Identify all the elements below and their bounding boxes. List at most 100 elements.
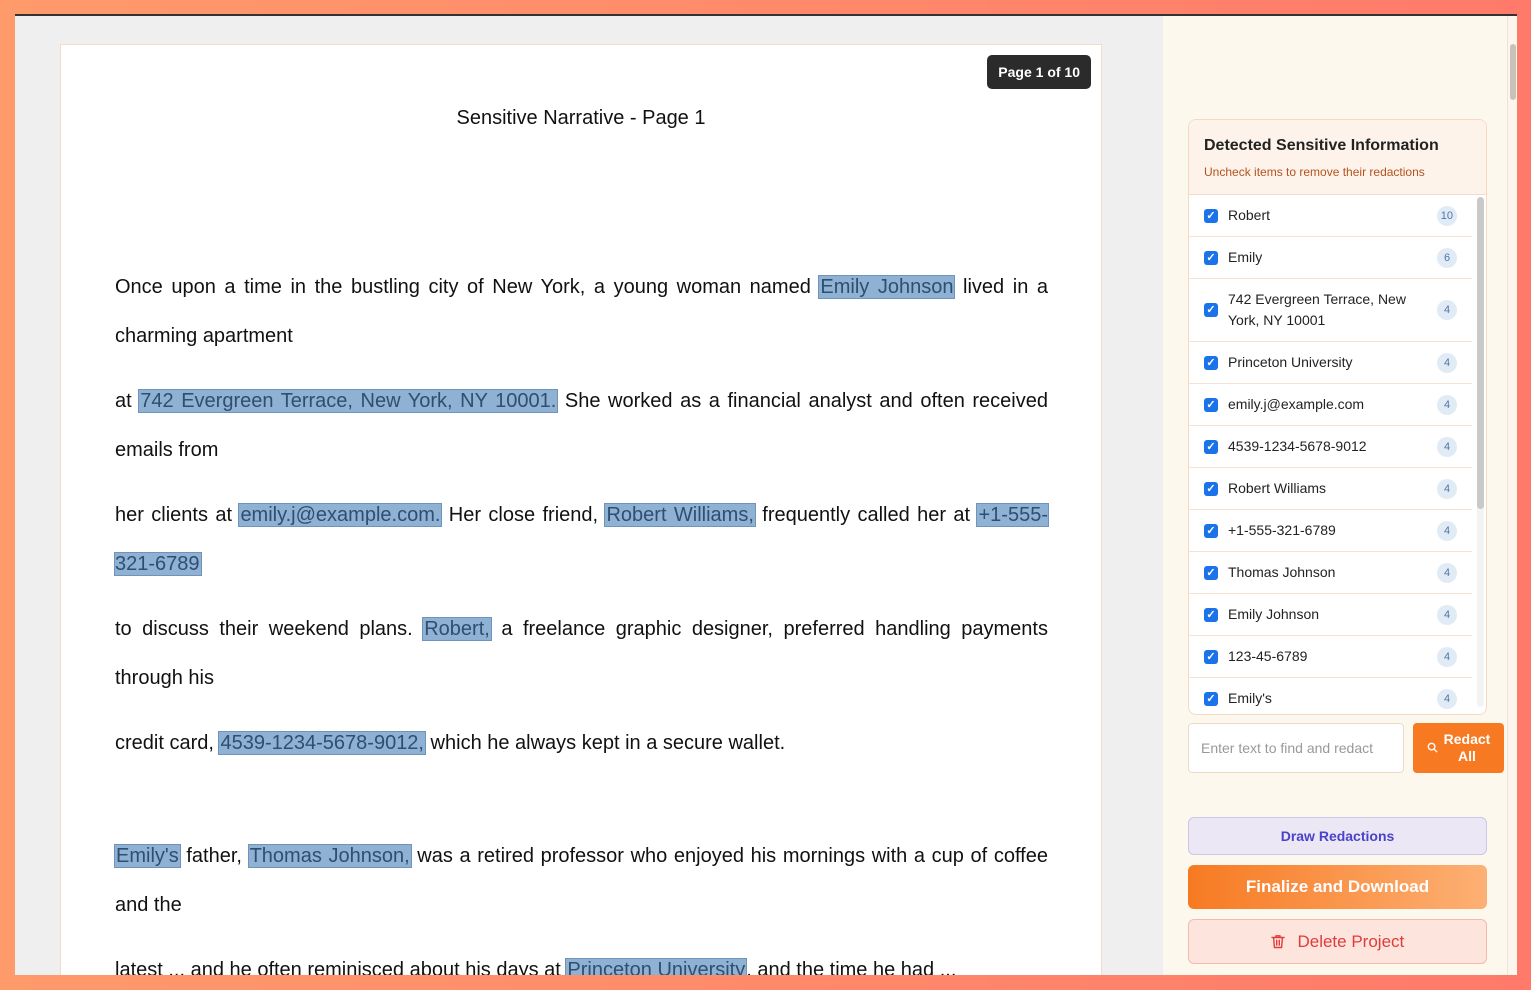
document-page: Page 1 of 10 Sensitive Narrative - Page … <box>60 44 1102 975</box>
occurrence-count-badge: 4 <box>1437 520 1457 541</box>
detected-item-label: Thomas Johnson <box>1228 564 1336 580</box>
page-indicator: Page 1 of 10 <box>987 55 1091 89</box>
checkbox-checked[interactable]: ✓ <box>1204 691 1218 706</box>
paragraph: latest ... and he often reminisced about… <box>115 946 1048 975</box>
occurrence-count-badge: 4 <box>1437 562 1457 583</box>
detected-item[interactable]: ✓ 742 Evergreen Terrace, New York, NY 100… <box>1189 279 1472 342</box>
occurrence-count-badge: 4 <box>1437 394 1457 415</box>
document-viewer[interactable]: Page 1 of 10 Sensitive Narrative - Page … <box>15 16 1163 975</box>
redact-all-label: Redact All <box>1443 731 1491 764</box>
redaction-highlight[interactable]: Emily's <box>114 844 181 868</box>
detected-item[interactable]: ✓ Robert Williams 4 <box>1189 468 1472 510</box>
detected-item-label: 123-45-6789 <box>1228 648 1308 664</box>
checkbox-checked[interactable]: ✓ <box>1204 397 1218 412</box>
redaction-highlight[interactable]: Robert, <box>422 617 492 641</box>
paragraph: Emily's father, Thomas Johnson, was a re… <box>114 832 1048 930</box>
detected-item-label: Robert Williams <box>1228 480 1327 496</box>
detected-item[interactable]: ✓ emily.j@example.com 4 <box>1189 384 1472 426</box>
redaction-highlight[interactable]: Emily Johnson <box>818 275 956 299</box>
occurrence-count-badge: 4 <box>1437 478 1457 499</box>
app-window: Page 1 of 10 Sensitive Narrative - Page … <box>15 14 1517 975</box>
page-title: Sensitive Narrative - Page 1 <box>456 107 706 129</box>
checkbox-checked[interactable]: ✓ <box>1204 208 1218 223</box>
finalize-download-button[interactable]: Finalize and Download <box>1188 865 1487 909</box>
panel-scrollbar-thumb[interactable] <box>1510 44 1516 100</box>
card-title: Detected Sensitive Information <box>1204 137 1439 154</box>
redact-all-button[interactable]: Redact All <box>1413 723 1504 773</box>
detected-item[interactable]: ✓ Thomas Johnson 4 <box>1189 552 1472 594</box>
text-segment: father, <box>179 845 249 867</box>
occurrence-count-badge: 4 <box>1437 604 1457 625</box>
detected-item-label: +1-555-321-6789 <box>1228 522 1336 538</box>
checkbox-checked[interactable]: ✓ <box>1204 565 1218 580</box>
panel-scrollbar[interactable] <box>1507 16 1517 975</box>
checkbox-checked[interactable]: ✓ <box>1204 481 1218 496</box>
redaction-highlight[interactable]: 4539-1234-5678-9012, <box>218 731 426 755</box>
checkbox-checked[interactable]: ✓ <box>1204 303 1218 317</box>
detected-item-label: 4539-1234-5678-9012 <box>1228 438 1367 454</box>
text-segment: , and the time he had ... <box>746 959 957 975</box>
redaction-highlight[interactable]: Thomas Johnson, <box>247 844 412 868</box>
list-scrollbar[interactable] <box>1477 197 1484 707</box>
detected-item[interactable]: ✓ Emily's 4 <box>1189 678 1472 714</box>
checkbox-checked[interactable]: ✓ <box>1204 523 1218 538</box>
detected-item[interactable]: ✓ Princeton University 4 <box>1189 342 1472 384</box>
detected-item[interactable]: ✓ 123-45-6789 4 <box>1189 636 1472 678</box>
checkbox-checked[interactable]: ✓ <box>1204 355 1218 370</box>
delete-label: Delete Project <box>1297 932 1405 951</box>
checkbox-checked[interactable]: ✓ <box>1204 607 1218 622</box>
trash-icon <box>1271 932 1298 951</box>
paragraph: at 742 Evergreen Terrace, New York, NY 1… <box>115 377 1048 475</box>
detected-item-label: Emily Johnson <box>1228 606 1320 622</box>
draw-redactions-button[interactable]: Draw Redactions <box>1188 817 1487 855</box>
card-header: Detected Sensitive Information Uncheck i… <box>1189 120 1486 195</box>
redaction-highlight[interactable]: Princeton University <box>565 958 748 975</box>
detected-info-card: Detected Sensitive Information Uncheck i… <box>1188 119 1487 715</box>
detected-item-label: Emily <box>1228 249 1263 265</box>
detected-item[interactable]: ✓ +1-555-321-6789 4 <box>1189 510 1472 552</box>
checkbox-checked[interactable]: ✓ <box>1204 250 1218 265</box>
text-segment: at <box>115 390 140 412</box>
detected-item-label: Robert <box>1228 207 1271 223</box>
paragraph: her clients at emily.j@example.com. Her … <box>114 491 1049 589</box>
text-segment: frequently called her at <box>754 504 978 526</box>
occurrence-count-badge: 4 <box>1437 646 1457 667</box>
occurrence-count-badge: 4 <box>1437 352 1457 373</box>
occurrence-count-badge: 4 <box>1437 436 1457 457</box>
search-icon <box>1427 740 1438 756</box>
redaction-highlight[interactable]: emily.j@example.com. <box>238 503 443 527</box>
paragraph: to discuss their weekend plans. Robert, … <box>115 605 1048 703</box>
text-segment: latest ... and he often reminisced about… <box>115 959 567 975</box>
detected-item[interactable]: ✓ Emily Johnson 4 <box>1189 594 1472 636</box>
redaction-highlight[interactable]: Robert Williams, <box>604 503 756 527</box>
text-segment: to discuss their weekend plans. <box>115 618 424 640</box>
document-body: Once upon a time in the bustling city of… <box>114 263 1049 975</box>
detected-item[interactable]: ✓ Emily 6 <box>1189 237 1472 279</box>
detected-item[interactable]: ✓ 4539-1234-5678-9012 4 <box>1189 426 1472 468</box>
detected-item-label: Princeton University <box>1228 354 1353 370</box>
find-redact-input[interactable] <box>1188 723 1404 773</box>
text-segment: Once upon a time in the bustling city of… <box>115 276 820 298</box>
occurrence-count-badge: 4 <box>1437 688 1457 709</box>
paragraph: Once upon a time in the bustling city of… <box>115 263 1048 361</box>
checkbox-checked[interactable]: ✓ <box>1204 439 1218 454</box>
text-segment: Her close friend, <box>441 504 606 526</box>
detected-item-label: emily.j@example.com <box>1228 396 1365 412</box>
text-segment: which he always kept in a secure wallet. <box>425 732 786 754</box>
text-segment: credit card, <box>115 732 220 754</box>
redaction-panel: Detected Sensitive Information Uncheck i… <box>1163 16 1507 975</box>
detected-item-label: 742 Evergreen Terrace, New York, NY 1000… <box>1228 291 1406 328</box>
text-segment: her clients at <box>115 504 240 526</box>
paragraph: credit card, 4539-1234-5678-9012, which … <box>115 719 1048 768</box>
occurrence-count-badge: 10 <box>1436 205 1457 226</box>
occurrence-count-badge: 4 <box>1437 300 1457 320</box>
redaction-highlight[interactable]: 742 Evergreen Terrace, New York, NY 1000… <box>138 389 559 413</box>
detected-item[interactable]: ✓ Robert 10 <box>1189 195 1472 237</box>
detected-item-label: Emily's <box>1228 690 1272 706</box>
checkbox-checked[interactable]: ✓ <box>1204 649 1218 664</box>
list-scrollbar-thumb[interactable] <box>1477 197 1484 509</box>
occurrence-count-badge: 6 <box>1437 247 1457 268</box>
delete-project-button[interactable]: Delete Project <box>1188 919 1487 964</box>
card-subtitle: Uncheck items to remove their redactions <box>1204 165 1425 179</box>
detected-items-list[interactable]: ✓ Robert 10 ✓ Emily 6 ✓ 742 Evergreen Terrace, … <box>1189 195 1486 714</box>
